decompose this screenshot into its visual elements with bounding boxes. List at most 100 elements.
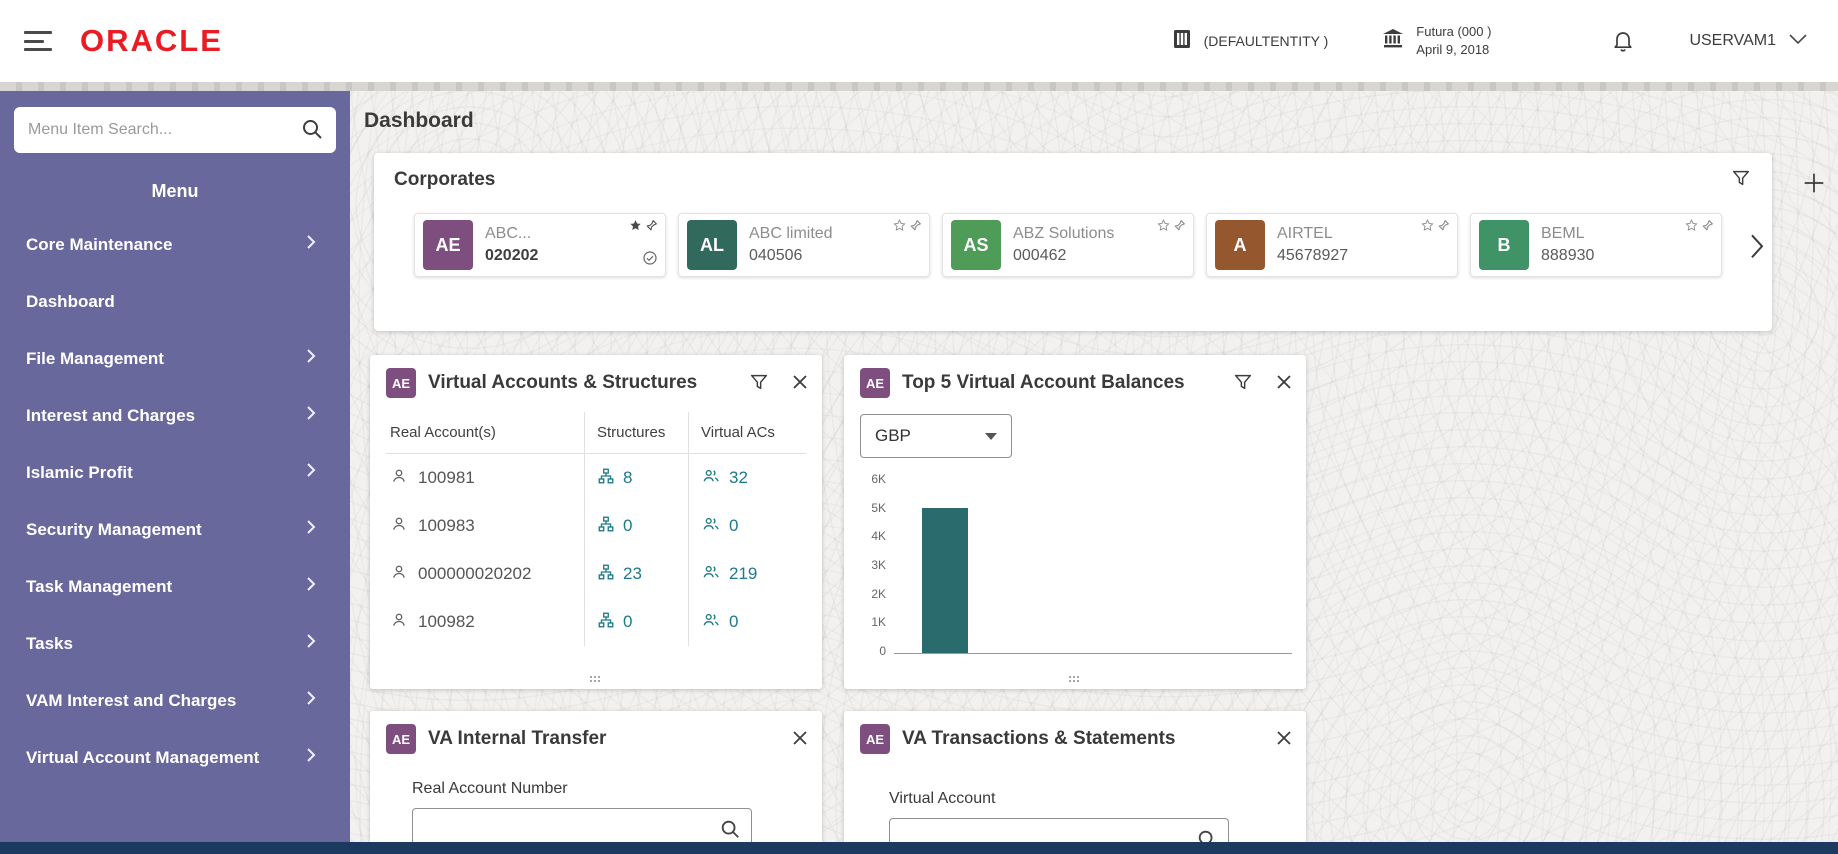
- people-icon: [701, 563, 721, 586]
- branch-date: April 9, 2018: [1416, 41, 1491, 59]
- virtual-account-input[interactable]: [902, 831, 1196, 842]
- chart-bar: [922, 508, 968, 653]
- close-icon[interactable]: [1276, 374, 1292, 393]
- people-icon: [701, 611, 721, 634]
- structures-count-link[interactable]: 0: [623, 516, 632, 536]
- chevron-right-icon: [306, 348, 316, 369]
- chevron-right-icon: [306, 633, 316, 654]
- pin-icon[interactable]: [909, 219, 922, 237]
- corporate-number: 020202: [485, 245, 538, 267]
- caret-down-icon: [985, 433, 997, 440]
- balances-bar-chart: 6K 5K 4K 3K 2K 1K 0: [858, 472, 1292, 658]
- virtual-acs-count-link[interactable]: 219: [729, 564, 757, 584]
- star-icon[interactable]: [893, 219, 906, 237]
- filter-icon[interactable]: [748, 371, 770, 396]
- chart-y-axis: 6K 5K 4K 3K 2K 1K 0: [858, 472, 894, 658]
- sidebar-item-dashboard[interactable]: Dashboard: [0, 273, 350, 330]
- structure-icon: [597, 467, 615, 490]
- widget-title: Virtual Accounts & Structures: [428, 372, 726, 394]
- corporate-tiles: AE ABC... 020202: [394, 213, 1752, 277]
- check-circle-icon: [642, 250, 658, 271]
- main-content: Dashboard Corporates AE ABC... 020202: [350, 91, 1838, 842]
- sidebar-item-task-management[interactable]: Task Management: [0, 558, 350, 615]
- person-icon: [390, 611, 408, 634]
- username: USERVAM1: [1689, 32, 1776, 50]
- corporate-tile[interactable]: AS ABZ Solutions 000462: [942, 213, 1194, 277]
- star-icon[interactable]: [1157, 219, 1170, 237]
- search-icon[interactable]: [1196, 828, 1218, 843]
- topbar-right: (DEFAULTENTITY ) Futura (000 ) April 9, …: [1170, 23, 1808, 59]
- widget-title: VA Internal Transfer: [428, 728, 770, 750]
- account-number: 100981: [418, 468, 475, 488]
- filter-icon[interactable]: [1730, 167, 1752, 192]
- search-icon[interactable]: [300, 117, 324, 144]
- column-header: Virtual ACs: [688, 412, 806, 453]
- footer-strip: [0, 842, 1838, 854]
- corporate-name: AIRTEL: [1277, 223, 1348, 245]
- user-menu[interactable]: USERVAM1: [1689, 32, 1808, 50]
- corporate-tile[interactable]: A AIRTEL 45678927: [1206, 213, 1458, 277]
- corporate-number: 45678927: [1277, 245, 1348, 267]
- virtual-account-field: [889, 818, 1229, 842]
- field-label: Virtual Account: [889, 790, 1306, 808]
- widget-drag-handle[interactable]: [590, 676, 602, 683]
- star-icon[interactable]: [629, 219, 642, 237]
- structures-count-link[interactable]: 8: [623, 468, 632, 488]
- corporate-tile[interactable]: AL ABC limited 040506: [678, 213, 930, 277]
- person-icon: [390, 467, 408, 490]
- pin-icon[interactable]: [645, 219, 658, 237]
- corporate-name: ABC limited: [749, 223, 833, 245]
- pin-icon[interactable]: [1701, 219, 1714, 237]
- real-account-number-input[interactable]: [425, 821, 719, 839]
- structures-count-link[interactable]: 0: [623, 612, 632, 632]
- chevron-right-icon: [306, 576, 316, 597]
- virtual-acs-count-link[interactable]: 0: [729, 516, 738, 536]
- chevron-right-icon: [306, 747, 316, 768]
- sidebar-item-virtual-account-management[interactable]: Virtual Account Management: [0, 729, 350, 786]
- widget-virtual-accounts-structures: AE Virtual Accounts & Structures Real Ac…: [370, 355, 822, 689]
- widget-drag-handle[interactable]: [1069, 676, 1081, 683]
- sidebar-item-islamic-profit[interactable]: Islamic Profit: [0, 444, 350, 501]
- corporate-name: ABC...: [485, 223, 538, 245]
- add-widget-button[interactable]: [1800, 169, 1828, 200]
- menu-search-input[interactable]: [28, 121, 300, 139]
- filter-icon[interactable]: [1232, 371, 1254, 396]
- entity-selector[interactable]: (DEFAULTENTITY ): [1170, 27, 1329, 56]
- sidebar-item-tasks[interactable]: Tasks: [0, 615, 350, 672]
- notifications-bell-icon[interactable]: [1611, 28, 1635, 55]
- sidebar-item-security-management[interactable]: Security Management: [0, 501, 350, 558]
- real-account-number-field: [412, 808, 752, 842]
- branch-selector[interactable]: Futura (000 ) April 9, 2018: [1380, 23, 1491, 59]
- virtual-acs-count-link[interactable]: 0: [729, 612, 738, 632]
- widget-va-internal-transfer: AE VA Internal Transfer Real Account Num…: [370, 711, 822, 842]
- corporate-tile[interactable]: B BEML 888930: [1470, 213, 1722, 277]
- corporates-title: Corporates: [394, 169, 1752, 191]
- carousel-next-icon[interactable]: [1750, 233, 1764, 262]
- pin-icon[interactable]: [1437, 219, 1450, 237]
- currency-select[interactable]: GBP: [860, 414, 1012, 458]
- widget-badge: AE: [386, 724, 416, 754]
- people-icon: [701, 467, 721, 490]
- close-icon[interactable]: [792, 730, 808, 749]
- sidebar-item-vam-interest-and-charges[interactable]: VAM Interest and Charges: [0, 672, 350, 729]
- sidebar-item-file-management[interactable]: File Management: [0, 330, 350, 387]
- hamburger-menu-icon[interactable]: [24, 31, 52, 51]
- chart-plot-area: [894, 476, 1292, 654]
- structures-count-link[interactable]: 23: [623, 564, 642, 584]
- close-icon[interactable]: [1276, 730, 1292, 749]
- widget-badge: AE: [386, 368, 416, 398]
- sidebar-item-core-maintenance[interactable]: Core Maintenance: [0, 216, 350, 273]
- avatar: B: [1479, 220, 1529, 270]
- sidebar-nav: Core Maintenance Dashboard File Manageme…: [0, 216, 350, 786]
- star-icon[interactable]: [1421, 219, 1434, 237]
- close-icon[interactable]: [792, 374, 808, 393]
- corporate-tile[interactable]: AE ABC... 020202: [414, 213, 666, 277]
- sidebar-item-interest-and-charges[interactable]: Interest and Charges: [0, 387, 350, 444]
- page-title: Dashboard: [364, 109, 1838, 133]
- corporates-card: Corporates AE ABC... 020202: [374, 153, 1772, 331]
- star-icon[interactable]: [1685, 219, 1698, 237]
- pin-icon[interactable]: [1173, 219, 1186, 237]
- search-icon[interactable]: [719, 818, 741, 843]
- chevron-right-icon: [306, 519, 316, 540]
- virtual-acs-count-link[interactable]: 32: [729, 468, 748, 488]
